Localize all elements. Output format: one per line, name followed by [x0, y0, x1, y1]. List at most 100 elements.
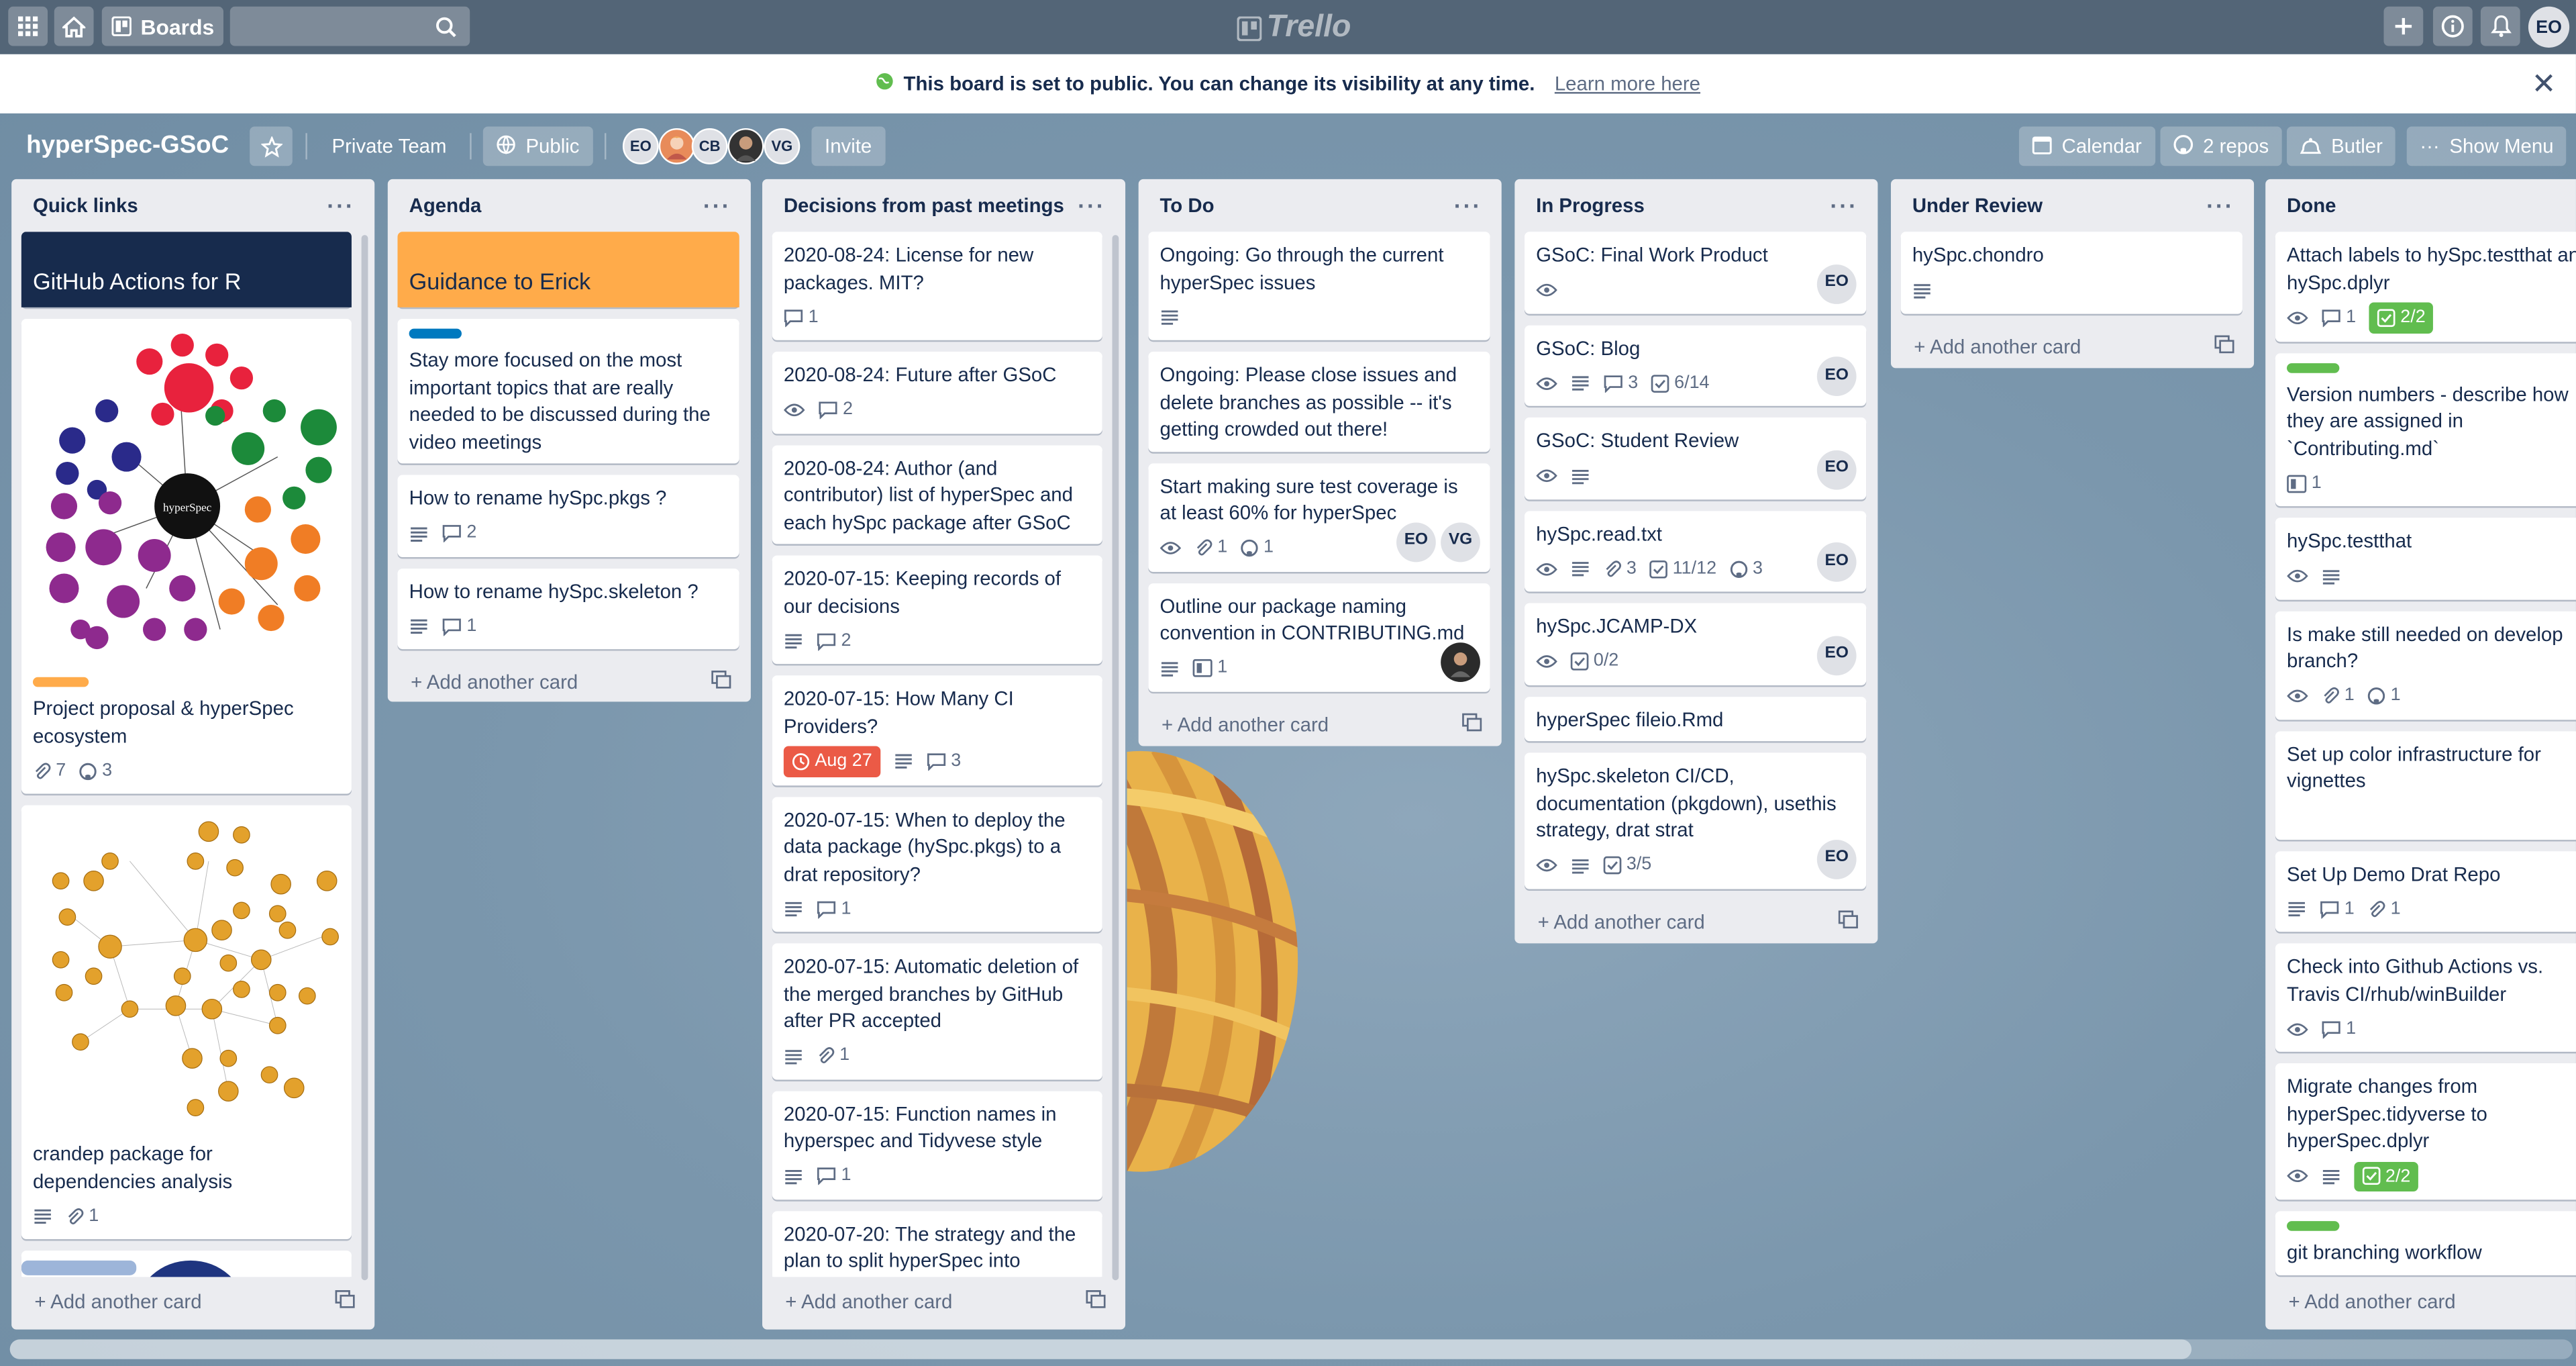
- card[interactable]: 2020-07-15: How Many CI Providers? Aug 27…: [772, 675, 1102, 785]
- card[interactable]: git branching workflow: [2275, 1211, 2576, 1275]
- invite-button[interactable]: Invite: [811, 126, 885, 166]
- card[interactable]: How to rename hySpc.pkgs ? 2: [397, 475, 739, 556]
- member-avatar[interactable]: EO: [1816, 635, 1857, 675]
- visibility-button[interactable]: Public: [482, 126, 593, 166]
- template-icon[interactable]: [2214, 334, 2234, 357]
- add-card-button[interactable]: + Add another card: [11, 1280, 374, 1323]
- card[interactable]: Version numbers - describe how they are …: [2275, 352, 2576, 507]
- repos-button[interactable]: 2 repos: [2160, 126, 2282, 166]
- card[interactable]: GSoC: Final Work Product EO: [1525, 232, 1867, 313]
- card[interactable]: hySpc.JCAMP-DX 0/2 EO: [1525, 603, 1867, 685]
- add-card-button[interactable]: + Add another card: [1514, 899, 1877, 942]
- card[interactable]: hySpc.skeleton CI/CD, documentation (pkg…: [1525, 752, 1867, 889]
- member-avatar[interactable]: VG: [1441, 522, 1480, 562]
- card[interactable]: Attach labels to hySpc.testthat and hySp…: [2275, 232, 2576, 342]
- card[interactable]: Set up color infrastructure for vignette…: [2275, 730, 2576, 839]
- card[interactable]: Guidance to Erick: [397, 232, 739, 307]
- add-card-button[interactable]: + Add another card: [2265, 1280, 2576, 1323]
- member-avatar-photo[interactable]: [727, 128, 764, 164]
- template-icon[interactable]: [1086, 1290, 1106, 1313]
- card[interactable]: 2020-07-15: When to deploy the data pack…: [772, 796, 1102, 932]
- template-icon[interactable]: [1462, 712, 1482, 735]
- list-header[interactable]: Under Review ···: [1891, 179, 2254, 232]
- card[interactable]: hySpc.chondro: [1900, 232, 2243, 313]
- template-icon[interactable]: [1838, 910, 1858, 932]
- card[interactable]: crandep package for dependencies analysi…: [21, 805, 352, 1240]
- card[interactable]: Check into Github Actions vs. Travis CI/…: [2275, 943, 2576, 1052]
- show-menu-button[interactable]: ··· Show Menu: [2406, 126, 2567, 166]
- member-avatar[interactable]: EO: [1816, 838, 1857, 879]
- more-icon[interactable]: ···: [1078, 192, 1106, 218]
- card[interactable]: hyperSpec fileio.Rmd: [1525, 695, 1867, 742]
- card[interactable]: hySpc.read.txt 3 11/12 3 EO: [1525, 510, 1867, 592]
- card[interactable]: Ongoing: Go through the current hyperSpe…: [1148, 232, 1490, 340]
- card[interactable]: Start making sure test coverage is at le…: [1148, 462, 1490, 571]
- card[interactable]: 2020-07-20: The strategy and the plan to…: [772, 1210, 1102, 1277]
- home-icon[interactable]: [54, 6, 94, 46]
- card[interactable]: Stay more focused on the most important …: [397, 318, 739, 464]
- card[interactable]: 2020-08-24: Future after GSoC 2: [772, 351, 1102, 434]
- team-button[interactable]: Private Team: [319, 127, 460, 166]
- template-icon[interactable]: [711, 671, 731, 693]
- trello-logo[interactable]: Trello: [1237, 10, 1351, 46]
- member-avatar[interactable]: CB: [691, 128, 728, 164]
- search-input[interactable]: [229, 6, 470, 46]
- scrollbar-thumb[interactable]: [9, 1339, 2192, 1359]
- learn-more-link[interactable]: Learn more here: [1555, 72, 1700, 95]
- list-header[interactable]: Done···: [2265, 179, 2576, 232]
- member-avatar[interactable]: EO: [1816, 449, 1857, 489]
- list-scrollbar[interactable]: [1112, 235, 1119, 1281]
- card[interactable]: 2020-07-15: Keeping records of our decis…: [772, 555, 1102, 665]
- member-avatar[interactable]: EO: [622, 128, 659, 164]
- info-icon[interactable]: [2432, 6, 2473, 46]
- bell-icon[interactable]: [2480, 6, 2520, 46]
- card[interactable]: hySpc.testthatCB: [2275, 518, 2576, 599]
- add-card-button[interactable]: + Add another card: [388, 661, 751, 701]
- card[interactable]: 2020-07-15: Automatic deletion of the me…: [772, 943, 1102, 1079]
- apps-icon[interactable]: [8, 6, 48, 46]
- add-card-button[interactable]: + Add another card: [1139, 703, 1502, 746]
- horizontal-scrollbar[interactable]: [9, 1339, 2573, 1359]
- template-icon[interactable]: [335, 1290, 355, 1313]
- calendar-button[interactable]: Calendar: [2018, 126, 2155, 166]
- more-icon[interactable]: ···: [2206, 192, 2234, 218]
- add-card-button[interactable]: + Add another card: [762, 1280, 1125, 1323]
- member-avatar[interactable]: EO: [1816, 356, 1857, 397]
- card[interactable]: How to rename hySpc.skeleton ? 1: [397, 567, 739, 650]
- member-avatar[interactable]: EO: [1816, 542, 1857, 582]
- close-icon[interactable]: ✕: [2532, 67, 2557, 101]
- boards-button[interactable]: Boards: [101, 6, 223, 46]
- card[interactable]: GitHub Actions for R: [21, 232, 352, 307]
- more-icon[interactable]: ···: [1454, 192, 1482, 218]
- card[interactable]: Set Up Demo Drat Repo 1 1: [2275, 850, 2576, 932]
- list-header[interactable]: To Do ···: [1139, 179, 1502, 232]
- card[interactable]: Outline our package naming convention in…: [1148, 582, 1490, 691]
- member-avatar-photo[interactable]: [1441, 642, 1480, 681]
- star-icon[interactable]: [250, 126, 293, 166]
- more-icon[interactable]: ···: [327, 192, 355, 218]
- more-icon[interactable]: ···: [1830, 192, 1858, 218]
- card[interactable]: hyperSpec Project proposal & hyperSpec e…: [21, 318, 352, 794]
- list-header[interactable]: In Progress ···: [1514, 179, 1877, 232]
- card[interactable]: Is make still needed on develop branch? 1…: [2275, 610, 2576, 720]
- user-avatar[interactable]: EO: [2528, 6, 2570, 48]
- card[interactable]: Ongoing: Please close issues and delete …: [1148, 351, 1490, 452]
- card[interactable]: 2020-07-15: Function names in hyperspec …: [772, 1090, 1102, 1200]
- member-avatar[interactable]: EO: [1816, 263, 1857, 303]
- card[interactable]: 2020-08-24: License for new packages. MI…: [772, 232, 1102, 340]
- list-header[interactable]: Decisions from past meetings ···: [762, 179, 1125, 232]
- card[interactable]: GSoC: Student Review EO: [1525, 417, 1867, 499]
- member-avatar[interactable]: EO: [1396, 522, 1436, 562]
- list-header[interactable]: Quick links ···: [11, 179, 374, 232]
- card[interactable]: GSoC: Blog 3 6/14 EO: [1525, 324, 1867, 406]
- member-avatar[interactable]: VG: [764, 128, 801, 164]
- board-title[interactable]: hyperSpec-GSoC: [26, 132, 229, 160]
- more-icon[interactable]: ···: [703, 192, 731, 218]
- card[interactable]: Migrate changes from hyperSpec.tidyverse…: [2275, 1063, 2576, 1200]
- member-avatar-photo[interactable]: [658, 128, 695, 164]
- plus-icon[interactable]: [2383, 6, 2424, 46]
- butler-button[interactable]: Butler: [2287, 126, 2396, 166]
- list-scrollbar[interactable]: [361, 235, 368, 1281]
- add-card-button[interactable]: + Add another card: [1891, 325, 2254, 368]
- card[interactable]: [21, 1251, 352, 1277]
